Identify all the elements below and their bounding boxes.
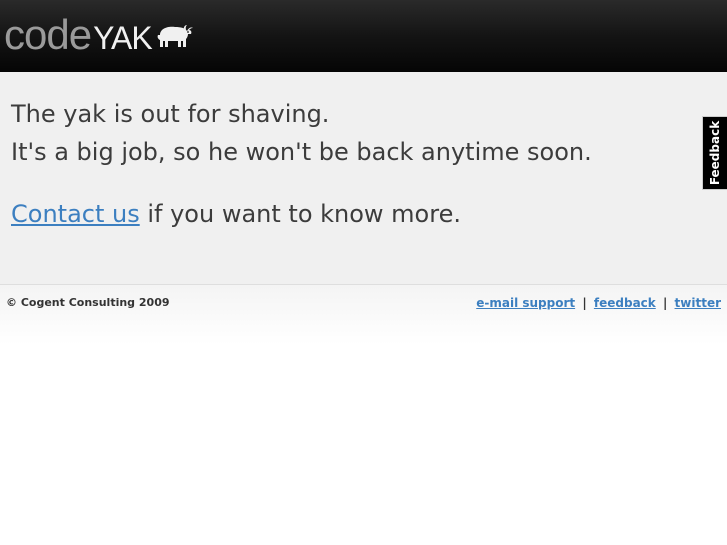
feedback-link[interactable]: feedback	[594, 296, 656, 310]
feedback-tab[interactable]: Feedback	[702, 116, 727, 190]
footer-separator: |	[582, 296, 587, 310]
logo-text-yak: YAK	[93, 20, 153, 56]
codeyak-logo[interactable]: code YAK	[4, 6, 194, 56]
contact-line: Contact us if you want to know more.	[11, 200, 461, 228]
footer-separator: |	[662, 296, 668, 310]
contact-us-link[interactable]: Contact us	[11, 200, 140, 228]
copyright-text: © Cogent Consulting 2009	[6, 296, 170, 309]
site-header: code YAK	[0, 0, 727, 72]
site-footer: © Cogent Consulting 2009 e-mail support …	[0, 285, 727, 345]
twitter-link[interactable]: twitter	[675, 296, 721, 310]
feedback-tab-label: Feedback	[708, 120, 722, 186]
logo-text-code: code	[4, 11, 92, 58]
status-message-detail: It's a big job, so he won't be back anyt…	[11, 138, 592, 166]
status-message-heading: The yak is out for shaving.	[11, 100, 330, 128]
footer-links: e-mail support | feedback | twitter	[476, 296, 721, 310]
contact-line-suffix: if you want to know more.	[139, 200, 461, 228]
email-support-link[interactable]: e-mail support	[476, 296, 575, 310]
yak-icon	[157, 25, 193, 47]
main-content: The yak is out for shaving. It's a big j…	[0, 72, 727, 285]
